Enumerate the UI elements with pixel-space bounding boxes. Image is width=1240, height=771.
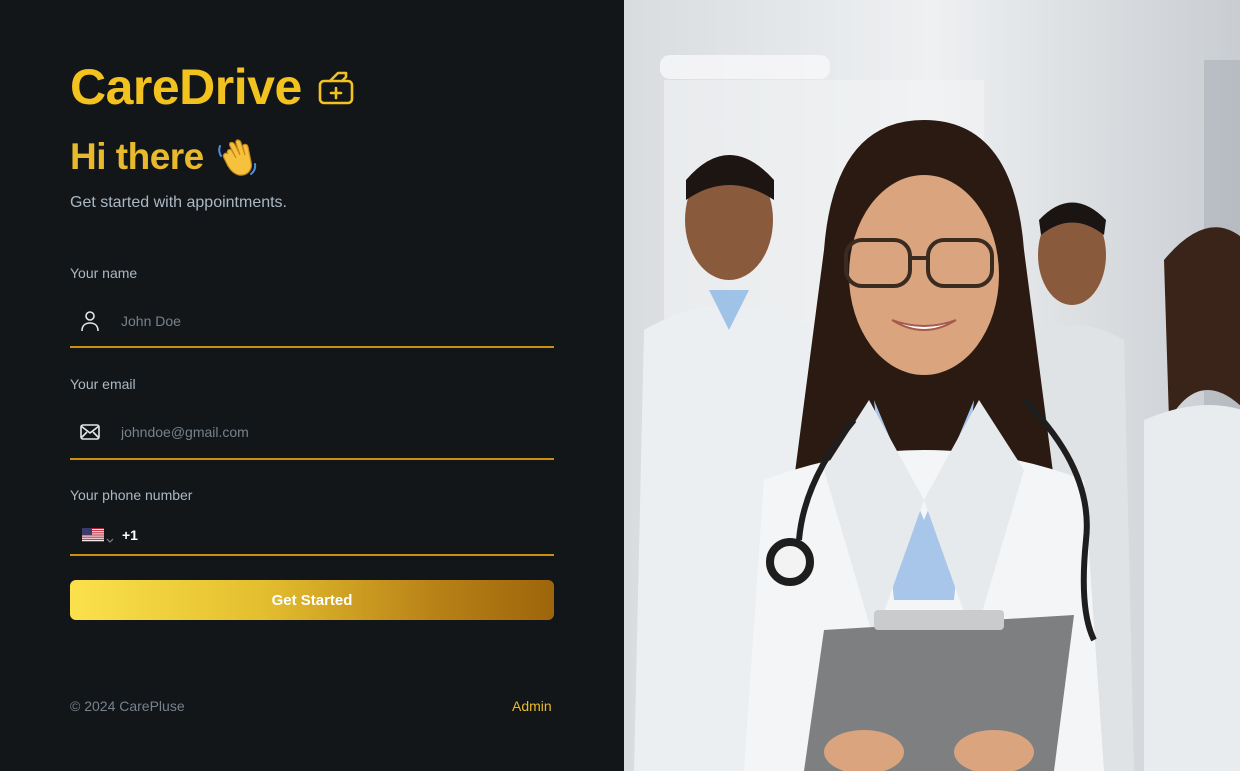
left-panel: CareDrive Hi there Get started with appo… — [0, 0, 624, 771]
get-started-button[interactable]: Get Started — [70, 580, 554, 620]
hero-image — [624, 0, 1240, 771]
waving-hand-icon — [216, 136, 258, 178]
brand-logo: CareDrive — [70, 58, 356, 116]
email-field[interactable] — [70, 406, 554, 460]
admin-link[interactable]: Admin — [512, 698, 552, 714]
phone-field[interactable]: +1 — [70, 516, 554, 556]
greeting-title: Hi there — [70, 136, 204, 177]
brand-name: CareDrive — [70, 59, 302, 115]
dial-code: +1 — [122, 527, 138, 543]
email-input[interactable] — [121, 406, 554, 458]
greeting-subtitle: Get started with appointments. — [70, 194, 287, 211]
chevron-down-icon[interactable] — [106, 531, 114, 543]
user-icon — [79, 310, 101, 332]
greeting: Hi there — [70, 136, 258, 178]
us-flag-icon[interactable] — [82, 528, 104, 542]
copyright-text: © 2024 CarePluse — [70, 698, 185, 714]
phone-input[interactable] — [143, 516, 554, 554]
email-label: Your email — [70, 376, 136, 392]
name-label: Your name — [70, 265, 138, 281]
medical-bag-icon — [316, 67, 356, 107]
mail-icon — [79, 421, 101, 443]
phone-label: Your phone number — [70, 487, 193, 503]
name-input[interactable] — [121, 295, 554, 346]
name-field[interactable] — [70, 295, 554, 348]
